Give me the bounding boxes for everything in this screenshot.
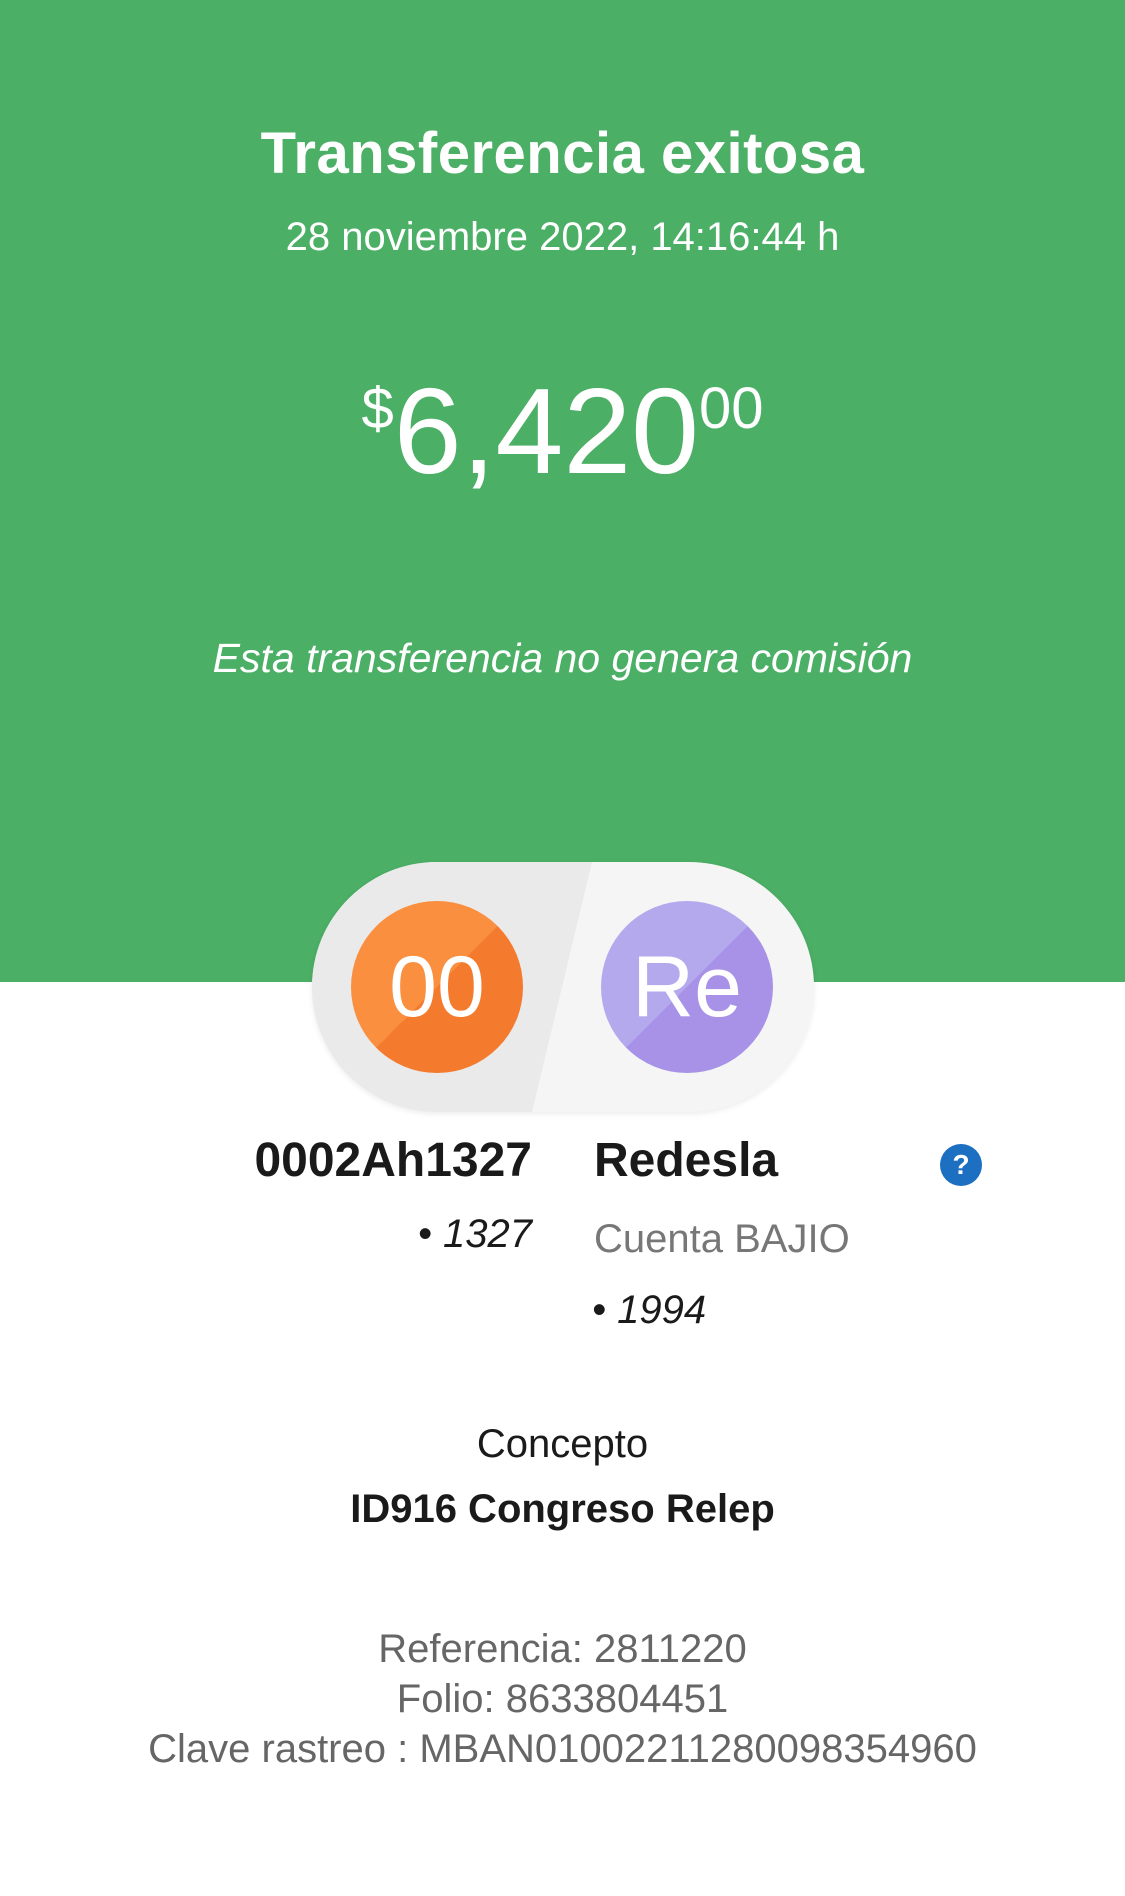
amount-cents: 00 bbox=[699, 376, 764, 441]
success-header: Transferencia exitosa 28 noviembre 2022,… bbox=[0, 0, 1125, 982]
transaction-datetime: 28 noviembre 2022, 14:16:44 h bbox=[285, 215, 840, 259]
from-avatar: 00 bbox=[351, 901, 523, 1073]
question-circle-icon[interactable]: ? bbox=[940, 1144, 982, 1186]
concepto-value: ID916 Congreso Relep bbox=[350, 1487, 775, 1531]
page-title: Transferencia exitosa bbox=[260, 121, 865, 186]
to-account-number: • 1994 bbox=[592, 1288, 707, 1332]
referencia-text: Referencia: 2811220 bbox=[378, 1627, 747, 1671]
to-avatar: Re bbox=[601, 901, 773, 1073]
currency-symbol: $ bbox=[361, 376, 394, 441]
help-glyph: ? bbox=[952, 1149, 970, 1180]
from-account-number: • 1327 bbox=[417, 1212, 532, 1256]
transfer-participants-pill: 00 Re bbox=[312, 862, 814, 1112]
commission-note: Esta transferencia no genera comisión bbox=[212, 635, 913, 681]
clave-rastreo-text: Clave rastreo : MBAN01002211280098354960 bbox=[148, 1727, 977, 1771]
to-account-name: Redesla bbox=[594, 1134, 779, 1187]
transfer-amount: $6,42000 bbox=[0, 370, 1125, 492]
folio-text: Folio: 8633804451 bbox=[396, 1677, 729, 1721]
concepto-label: Concepto bbox=[476, 1422, 649, 1466]
to-bank-name: Cuenta BAJIO bbox=[594, 1217, 850, 1261]
from-account-name: 0002Ah1327 bbox=[254, 1134, 532, 1187]
amount-integer: 6,420 bbox=[393, 363, 700, 499]
to-avatar-initials: Re bbox=[632, 938, 742, 1035]
from-avatar-initials: 00 bbox=[389, 938, 485, 1035]
